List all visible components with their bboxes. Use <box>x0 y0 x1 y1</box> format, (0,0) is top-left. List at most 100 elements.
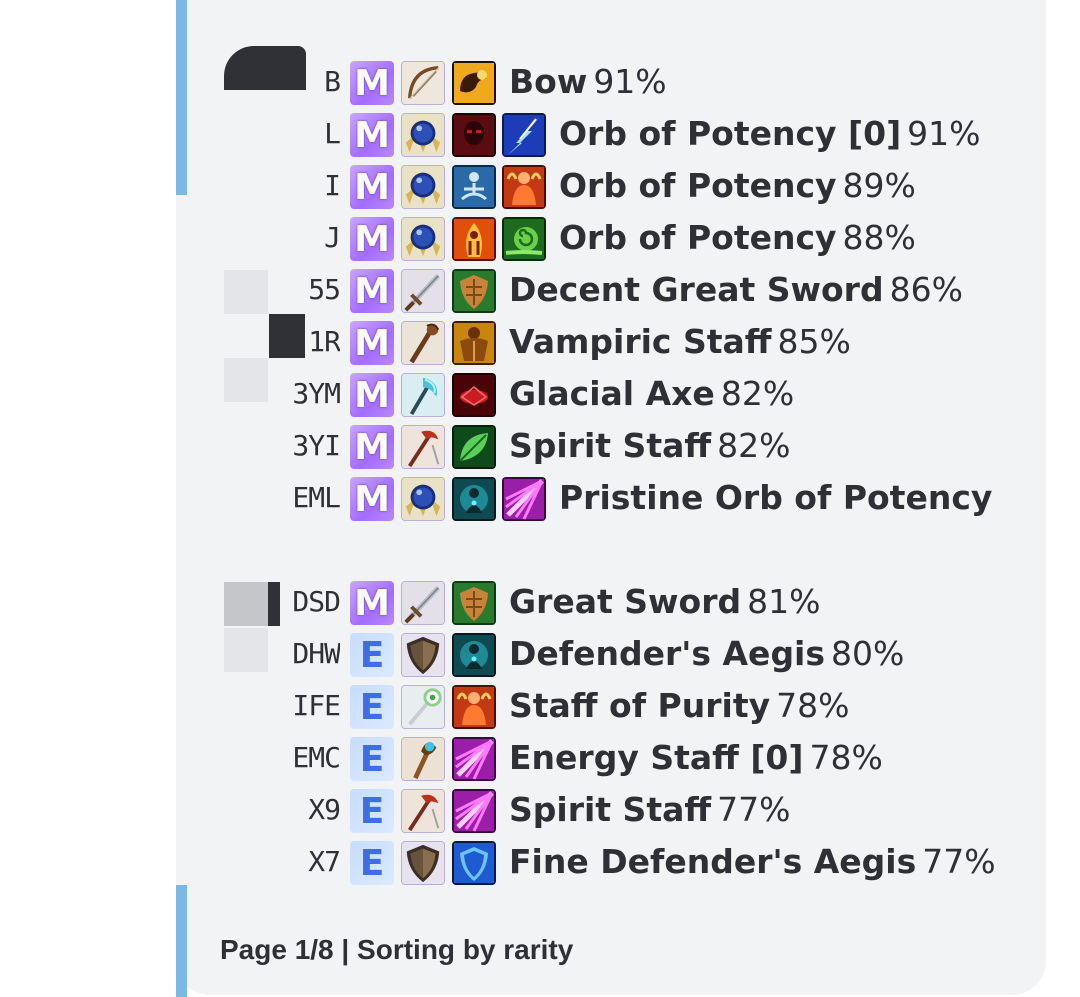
item-code: IFE <box>292 689 340 722</box>
flame-figure-icon <box>452 217 496 261</box>
rarity-letter: M <box>354 218 390 260</box>
sword-icon <box>401 269 445 313</box>
pink-burst-icon <box>452 737 496 781</box>
item-name: Glacial Axe <box>509 374 715 413</box>
redaction-block <box>224 358 268 402</box>
fire-man-icon <box>452 685 496 729</box>
item-quality-percent: 77% <box>717 790 791 829</box>
item-quality-percent: 89% <box>842 166 916 205</box>
item-row: 1R M Vampiric Staff 85% <box>0 316 1080 368</box>
item-name: Orb of Potency [0] <box>559 114 902 153</box>
rarity-epic-badge: E <box>350 789 394 833</box>
rarity-letter: M <box>354 478 390 520</box>
red-staff-icon <box>401 425 445 469</box>
redaction-block <box>224 628 268 672</box>
gem-staff-icon <box>401 737 445 781</box>
axe-icon <box>401 373 445 417</box>
rarity-letter: E <box>359 842 385 884</box>
wand-icon <box>401 685 445 729</box>
page-indicator: Page 1/8 <box>220 934 334 965</box>
orb-icon <box>401 477 445 521</box>
item-label: Orb of Potency [0] 91% <box>559 112 981 156</box>
item-name: Spirit Staff <box>509 426 712 465</box>
rarity-mythic-badge: M <box>350 373 394 417</box>
item-quality-percent: 86% <box>889 270 963 309</box>
item-row: J M Orb of Potency 88% <box>0 212 1080 264</box>
item-name: Defender's Aegis <box>509 634 826 673</box>
item-quality-percent: 85% <box>777 322 851 361</box>
item-code: X9 <box>308 793 340 826</box>
item-code: X7 <box>308 845 340 878</box>
item-quality-percent: 91% <box>907 114 981 153</box>
rarity-mythic-badge: M <box>350 165 394 209</box>
muscle-icon <box>452 61 496 105</box>
pagination-footer: Page 1/8 | Sorting by rarity <box>220 934 573 966</box>
rarity-mythic-badge: M <box>350 61 394 105</box>
item-label: Orb of Potency 88% <box>559 216 916 260</box>
orb-icon <box>401 165 445 209</box>
item-row: 3YI M Spirit Staff 82% <box>0 420 1080 472</box>
item-row: 55 M Decent Great Sword 86% <box>0 264 1080 316</box>
meditate-icon <box>452 165 496 209</box>
rarity-mythic-badge: M <box>350 581 394 625</box>
rarity-mythic-badge: M <box>350 321 394 365</box>
item-row: DSD M Great Sword 81% <box>0 576 1080 628</box>
rarity-letter: M <box>354 426 390 468</box>
rarity-mythic-badge: M <box>350 269 394 313</box>
rarity-epic-badge: E <box>350 737 394 781</box>
rarity-epic-badge: E <box>350 685 394 729</box>
item-row: I M Orb of Potency 89% <box>0 160 1080 212</box>
item-label: Spirit Staff 82% <box>509 424 790 468</box>
rarity-letter: M <box>354 166 390 208</box>
orb-icon <box>401 113 445 157</box>
item-label: Great Sword 81% <box>509 580 820 624</box>
rarity-letter: M <box>354 374 390 416</box>
rarity-letter: M <box>354 114 390 156</box>
blue-shield-icon <box>452 841 496 885</box>
item-quality-percent: 91% <box>593 62 667 101</box>
teal-figure-icon <box>452 633 496 677</box>
item-label: Fine Defender's Aegis 77% <box>509 840 996 884</box>
shield-leaf-icon <box>452 269 496 313</box>
rarity-letter: M <box>354 582 390 624</box>
item-quality-percent: 82% <box>720 374 795 413</box>
sword-icon <box>401 581 445 625</box>
shield-icon <box>401 633 445 677</box>
item-name: Fine Defender's Aegis <box>509 842 917 881</box>
item-code: EMC <box>292 741 340 774</box>
item-row: EML M Pristine Orb of Potency <box>0 472 1080 524</box>
item-code: L <box>324 117 340 150</box>
rarity-mythic-badge: M <box>350 477 394 521</box>
pink-burst-icon <box>452 789 496 833</box>
item-row: X7 E Fine Defender's Aegis 77% <box>0 836 1080 888</box>
item-name: Energy Staff [0] <box>509 738 804 777</box>
pink-burst-icon <box>502 477 546 521</box>
item-name: Orb of Potency <box>559 218 837 257</box>
item-label: Vampiric Staff 85% <box>509 320 851 364</box>
item-code: EML <box>292 481 340 514</box>
shield-leaf-icon <box>452 581 496 625</box>
item-name: Pristine Orb of Potency <box>559 478 993 517</box>
item-row: X9 E Spirit Staff 77% <box>0 784 1080 836</box>
redaction-block <box>268 582 280 626</box>
rarity-letter: E <box>359 790 385 832</box>
redaction-block <box>224 46 306 90</box>
rarity-letter: M <box>354 270 390 312</box>
rarity-letter: E <box>359 686 385 728</box>
rarity-mythic-badge: M <box>350 217 394 261</box>
fire-man-icon <box>502 165 546 209</box>
item-quality-percent: 78% <box>776 686 850 725</box>
strong-man-icon <box>452 321 496 365</box>
item-quality-percent: 82% <box>717 426 791 465</box>
item-code: I <box>324 169 340 202</box>
lightning-icon <box>502 113 546 157</box>
rarity-letter: E <box>359 738 385 780</box>
teal-figure-icon <box>452 477 496 521</box>
item-row: L M Orb of Potency [0] 91% <box>0 108 1080 160</box>
item-name: Orb of Potency <box>559 166 837 205</box>
redaction-block <box>224 270 268 314</box>
item-row: B M Bow 91% <box>0 56 1080 108</box>
rarity-mythic-badge: M <box>350 113 394 157</box>
red-glow-icon <box>452 373 496 417</box>
item-quality-percent: 88% <box>842 218 916 257</box>
